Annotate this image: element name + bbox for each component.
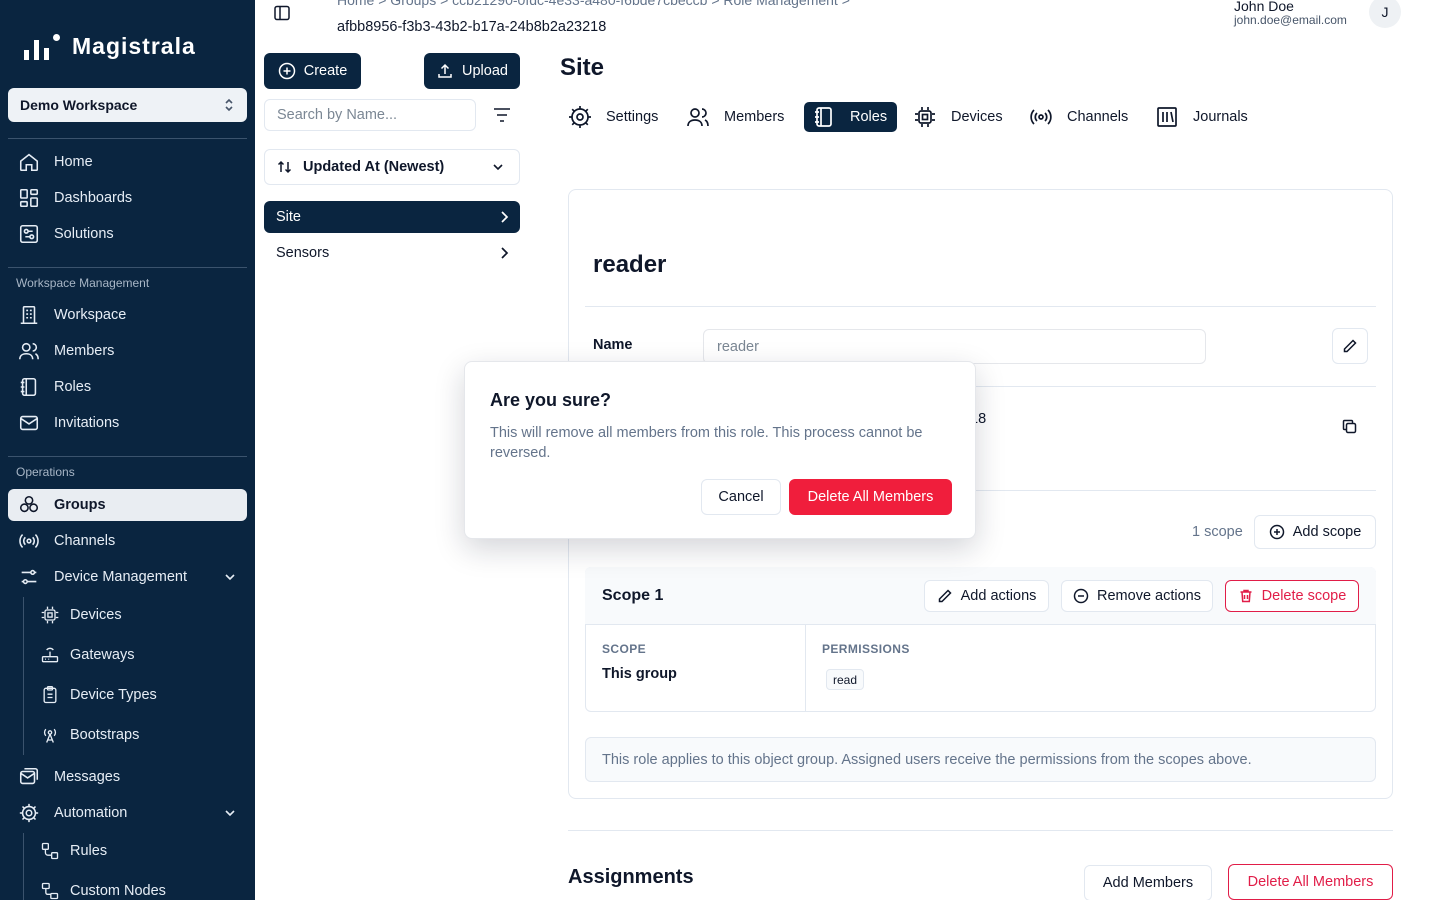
dialog-description: This will remove all members from this r… bbox=[490, 425, 923, 461]
dialog-title: Are you sure? bbox=[490, 390, 612, 410]
confirm-delete-all-members-button[interactable]: Delete All Members bbox=[789, 479, 952, 515]
confirm-dialog: Are you sure? This will remove all membe… bbox=[464, 361, 976, 539]
cancel-button[interactable]: Cancel bbox=[701, 479, 781, 515]
